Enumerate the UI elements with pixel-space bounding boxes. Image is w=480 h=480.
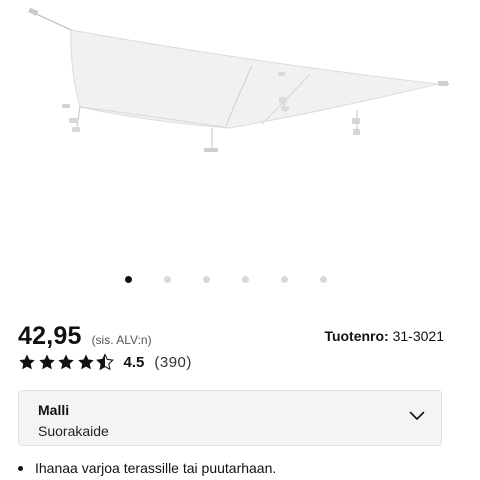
product-image[interactable]	[0, 0, 480, 268]
product-number-label: Tuotenro:	[324, 328, 389, 344]
variant-label: Malli	[38, 402, 70, 418]
list-item: Ihanaa varjoa terassille tai puutarhaan.	[18, 460, 276, 476]
star-full-icon	[77, 354, 94, 370]
chevron-down-icon	[409, 411, 425, 420]
product-price: 42,95	[18, 322, 82, 350]
star-full-icon	[19, 354, 35, 370]
carousel-dot-6[interactable]	[320, 276, 327, 283]
shade-sail-image	[28, 7, 449, 152]
feature-text: Ihanaa varjoa terassille tai puutarhaan.	[35, 460, 277, 476]
carousel-dot-3[interactable]	[203, 276, 210, 283]
price-row: 42,95 (sis. ALV:n)	[18, 322, 152, 351]
product-number: Tuotenro: 31-3021	[324, 328, 444, 344]
variant-value: Suorakaide	[38, 423, 109, 439]
carousel-dot-2[interactable]	[164, 276, 171, 283]
star-full-icon	[58, 354, 74, 370]
product-number-value: 31-3021	[392, 328, 444, 344]
star-half-icon	[96, 353, 114, 371]
rating-stars	[18, 353, 116, 371]
bullet-icon	[18, 465, 23, 471]
star-full-icon	[38, 354, 55, 370]
vat-note: (sis. ALV:n)	[91, 333, 152, 347]
carousel-dot-5[interactable]	[281, 276, 288, 283]
rating-count[interactable]: (390)	[154, 354, 192, 371]
carousel-dot-4[interactable]	[242, 276, 249, 283]
feature-list: Ihanaa varjoa terassille tai puutarhaan.	[18, 460, 276, 476]
carousel-dot-1[interactable]	[125, 276, 132, 283]
variant-selector[interactable]: Malli Suorakaide	[18, 390, 442, 446]
carousel-indicator	[0, 276, 480, 286]
rating-value: 4.5	[123, 353, 145, 371]
rating-row[interactable]: 4.5 (390)	[18, 353, 192, 371]
